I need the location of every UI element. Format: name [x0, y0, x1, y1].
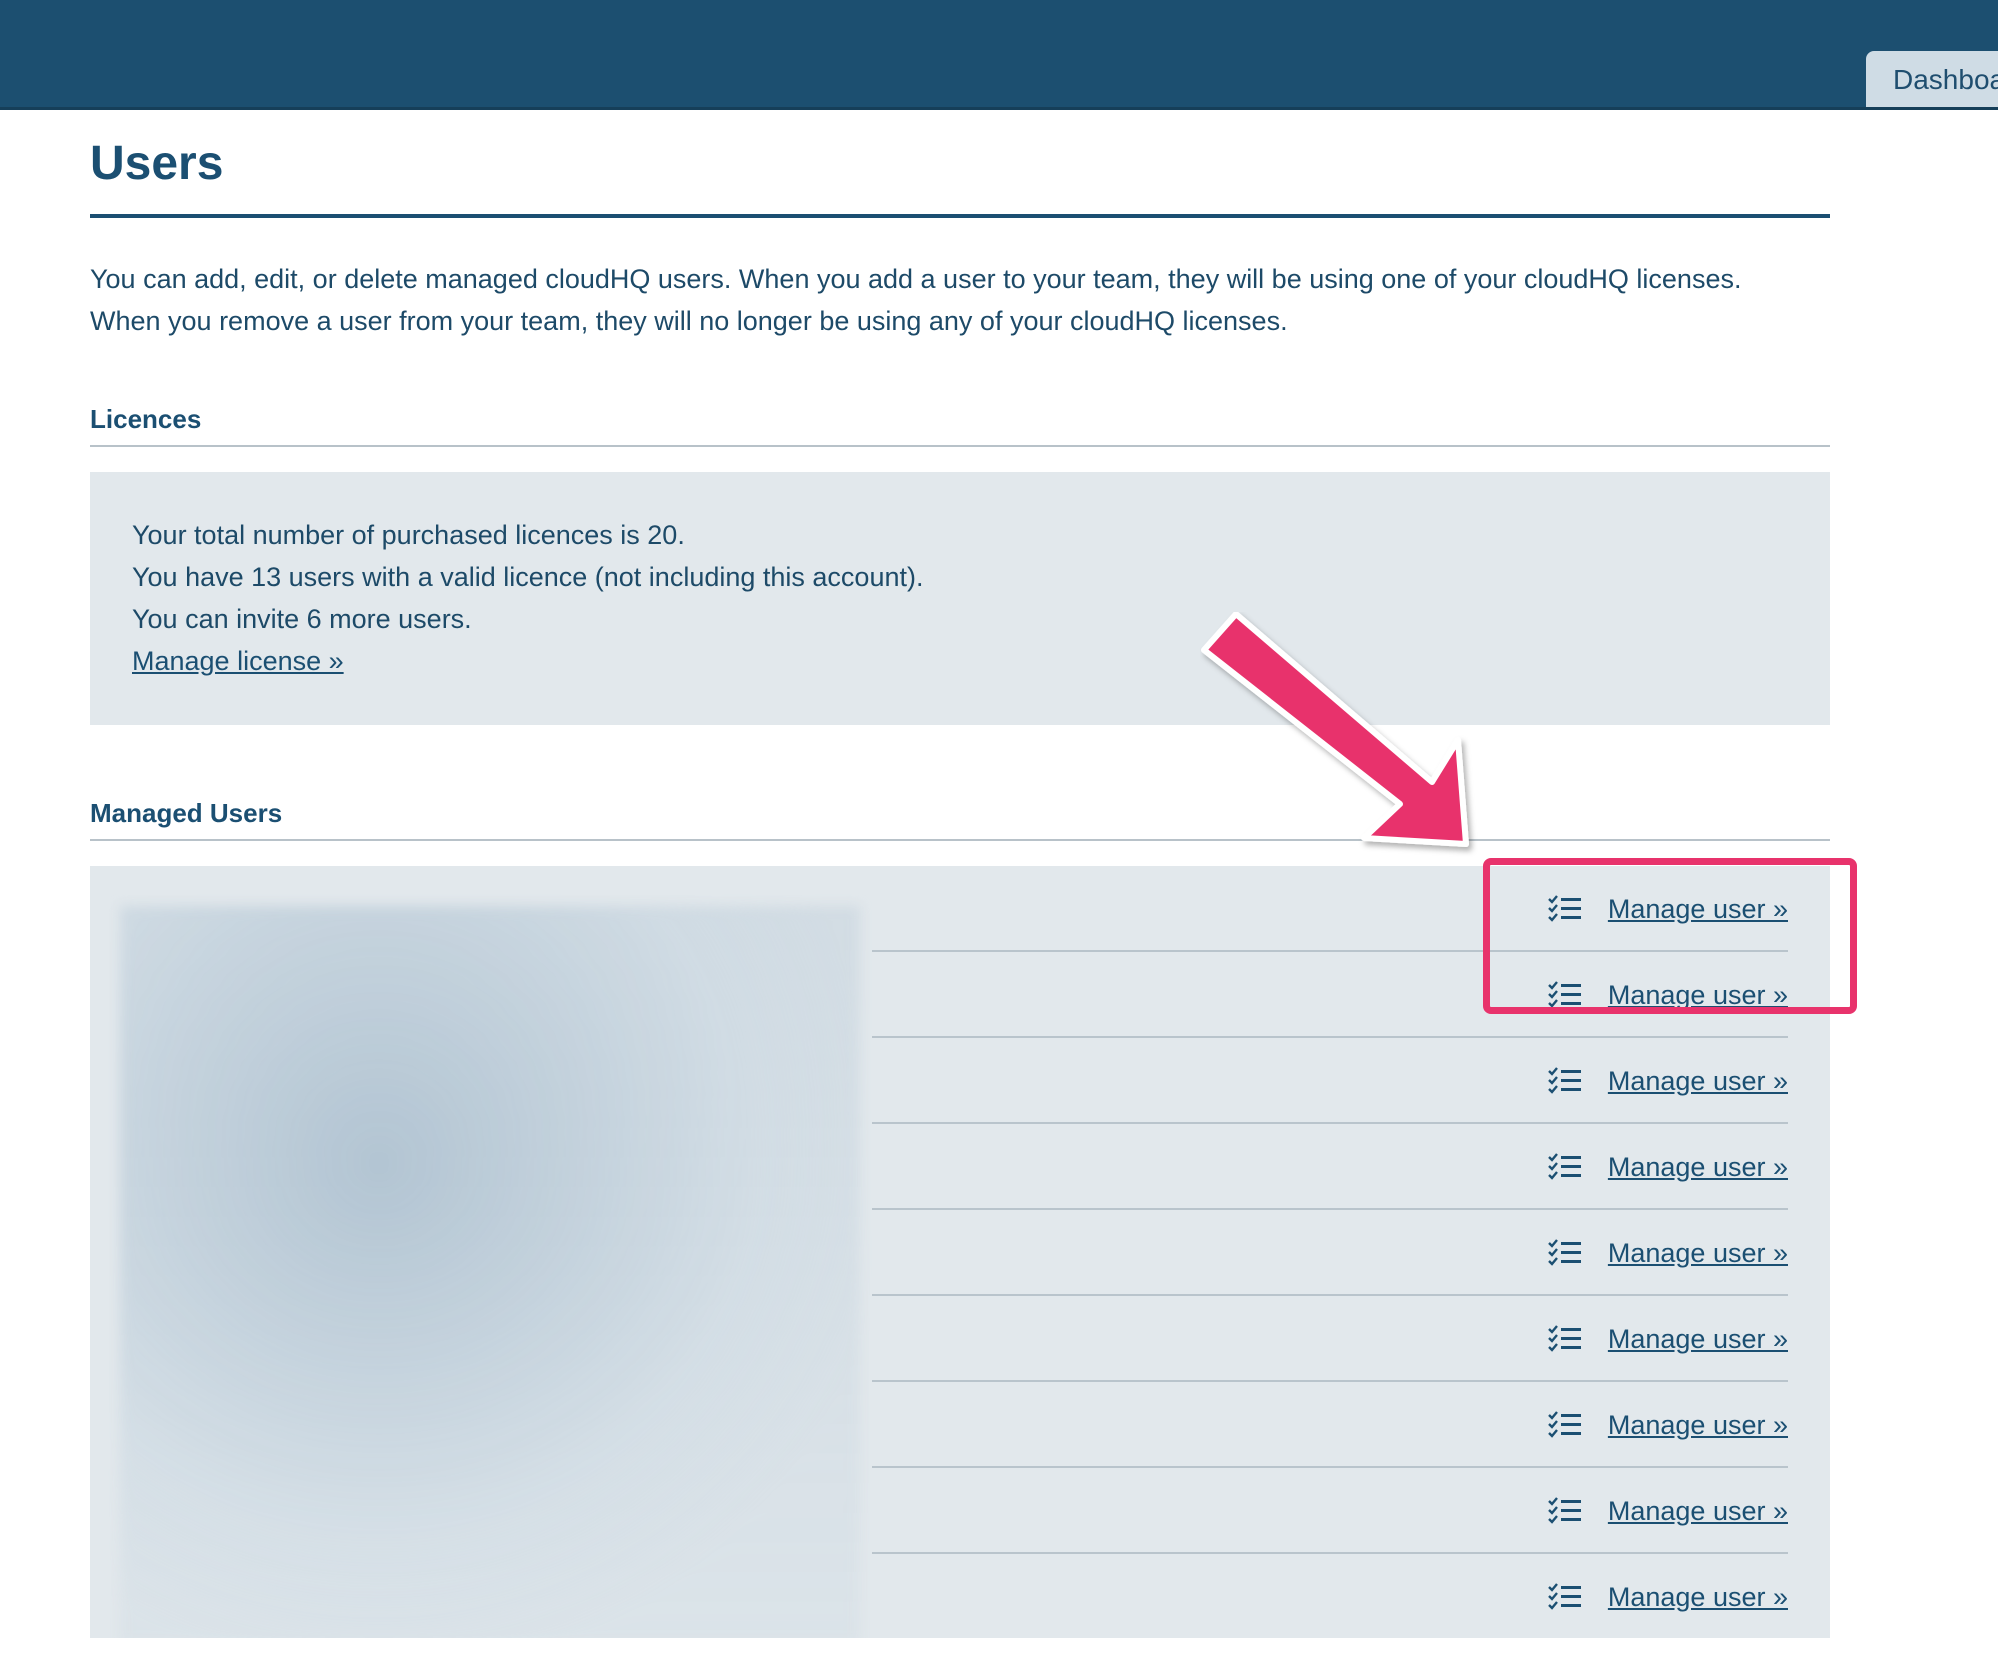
licence-invite-text: You can invite 6 more users. — [132, 604, 472, 634]
row-action: Manage user » — [1548, 1150, 1788, 1184]
manage-user-link[interactable]: Manage user » — [1608, 1494, 1788, 1528]
title-divider — [90, 214, 1830, 218]
user-row: Manage user » — [872, 1468, 1788, 1554]
manage-user-link[interactable]: Manage user » — [1608, 1236, 1788, 1270]
licences-panel: Your total number of purchased licences … — [90, 472, 1830, 725]
row-action: Manage user » — [1548, 1408, 1788, 1442]
user-row: Manage user » — [872, 1124, 1788, 1210]
checklist-icon[interactable] — [1548, 1496, 1582, 1526]
checklist-icon[interactable] — [1548, 1324, 1582, 1354]
highlight-box-annotation — [1483, 858, 1857, 1014]
intro-line: You can add, edit, or delete managed clo… — [90, 264, 1742, 294]
checklist-icon[interactable] — [1548, 1582, 1582, 1612]
top-navigation-bar: Dashboard — [0, 0, 1998, 110]
row-action: Manage user » — [1548, 1494, 1788, 1528]
licence-total-text: Your total number of purchased licences … — [132, 520, 685, 550]
page-title: Users — [90, 137, 224, 190]
manage-license-link[interactable]: Manage license » — [132, 646, 344, 676]
manage-user-link[interactable]: Manage user » — [1608, 1580, 1788, 1614]
checklist-icon[interactable] — [1548, 1238, 1582, 1268]
tab-dashboard[interactable]: Dashboard — [1866, 51, 1998, 107]
licences-divider — [90, 445, 1830, 447]
manage-user-link[interactable]: Manage user » — [1608, 1408, 1788, 1442]
checklist-icon[interactable] — [1548, 1152, 1582, 1182]
intro-line: When you remove a user from your team, t… — [90, 306, 1288, 336]
row-action: Manage user » — [1548, 1580, 1788, 1614]
row-action: Manage user » — [1548, 1064, 1788, 1098]
user-row: Manage user » — [872, 1038, 1788, 1124]
manage-user-link[interactable]: Manage user » — [1608, 1064, 1788, 1098]
managed-users-divider — [90, 839, 1830, 841]
user-row: Manage user » — [872, 1382, 1788, 1468]
user-row: Manage user » — [872, 1210, 1788, 1296]
manage-user-link[interactable]: Manage user » — [1608, 1322, 1788, 1356]
manage-user-link[interactable]: Manage user » — [1608, 1150, 1788, 1184]
licence-users-text: You have 13 users with a valid licence (… — [132, 562, 924, 592]
redacted-user-list — [120, 906, 860, 1638]
pointer-arrow-annotation — [1201, 612, 1469, 847]
licences-heading: Licences — [90, 404, 202, 434]
row-action: Manage user » — [1548, 1236, 1788, 1270]
user-row: Manage user » — [872, 1554, 1788, 1638]
managed-users-heading: Managed Users — [90, 798, 283, 828]
checklist-icon[interactable] — [1548, 1066, 1582, 1096]
intro-text: You can add, edit, or delete managed clo… — [90, 258, 1850, 342]
row-action: Manage user » — [1548, 1322, 1788, 1356]
checklist-icon[interactable] — [1548, 1410, 1582, 1440]
user-row: Manage user » — [872, 1296, 1788, 1382]
